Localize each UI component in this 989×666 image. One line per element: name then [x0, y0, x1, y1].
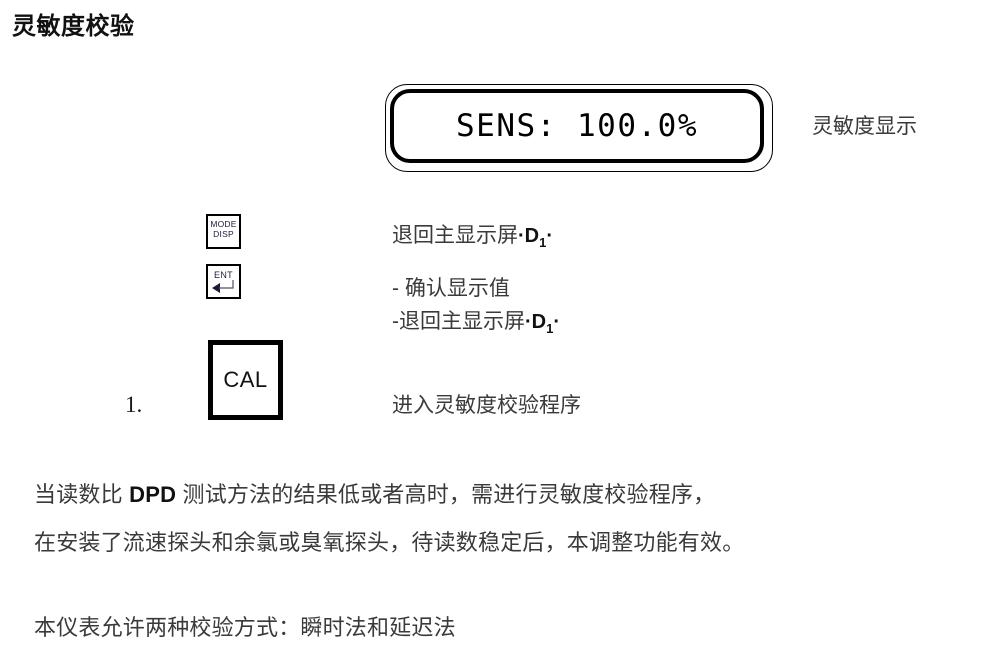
paragraph-1-line-1-part-c: 测试方法的结果低或者高时，需进行灵敏度校验程序，: [176, 482, 716, 507]
ent-description-line2-text: -退回主显示屏: [392, 310, 525, 333]
lcd-inner-frame: SENS: 100.0%: [390, 89, 764, 163]
ent-key-label: ENT: [214, 270, 233, 280]
lcd-screen-text: SENS: 100.0%: [456, 108, 698, 144]
ent-description-line1: - 确认显示值: [392, 275, 510, 303]
paragraph-1-line-2: 在安装了流速探头和余氯或臭氧探头，待读数稳定后，本调整功能有效。: [34, 530, 745, 555]
mode-disp-key-text: MODE DISP: [208, 219, 239, 239]
step-number: 1.: [125, 392, 143, 417]
cal-description-text: 进入灵敏度校验程序: [392, 394, 581, 417]
mode-disp-key[interactable]: MODE DISP: [206, 214, 241, 249]
code-letter: D: [524, 225, 540, 247]
lcd-display: SENS: 100.0%: [385, 84, 773, 172]
paragraph-2: 本仪表允许两种校验方式：瞬时法和延迟法: [34, 615, 456, 640]
lcd-outer-frame: SENS: 100.0%: [385, 84, 773, 172]
code-prefix: ·: [525, 311, 532, 333]
ent-description-line1-text: - 确认显示值: [392, 277, 510, 300]
cal-key-label: CAL: [223, 367, 268, 392]
mode-disp-key-line2: DISP: [213, 229, 234, 239]
ent-description-line2: -退回主显示屏·D1·: [392, 308, 560, 343]
paragraph-1-line-1-term: DPD: [129, 482, 177, 507]
code-prefix: ·: [518, 225, 525, 247]
page-title: 灵敏度校验: [12, 13, 135, 40]
cal-key[interactable]: CAL: [208, 340, 283, 420]
paragraph-1-line-1: 当读数比 DPD 测试方法的结果低或者高时，需进行灵敏度校验程序，: [34, 477, 715, 509]
code-letter: D: [531, 311, 547, 333]
ent-key[interactable]: ENT: [206, 264, 241, 299]
code-suffix: ·: [546, 225, 554, 247]
ent-display-code: ·D1·: [525, 311, 561, 336]
mode-disp-key-line1: MODE: [210, 219, 237, 229]
mode-disp-description-text: 退回主显示屏: [392, 224, 518, 247]
paragraph-1-line-1-part-a: 当读数比: [34, 482, 130, 507]
mode-disp-display-code: ·D1·: [518, 225, 554, 250]
enter-arrow-icon: [212, 280, 234, 293]
code-suffix: ·: [553, 311, 561, 333]
lcd-side-label: 灵敏度显示: [812, 115, 917, 138]
mode-disp-description: 退回主显示屏·D1·: [392, 222, 553, 257]
cal-description: 进入灵敏度校验程序: [392, 392, 581, 420]
